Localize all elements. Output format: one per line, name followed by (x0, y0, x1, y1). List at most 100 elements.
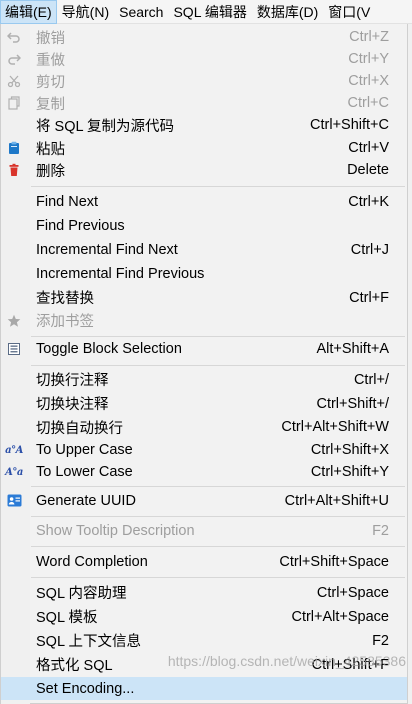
menu-item-label: 切换块注释 (36, 397, 109, 413)
menu-item-sql-content-assist[interactable]: SQL 内容助理 Ctrl+Space (1, 581, 407, 604)
menu-item-toggle-word-wrap[interactable]: 切换自动换行 Ctrl+Alt+Shift+W (1, 416, 407, 438)
menu-search[interactable]: Search (114, 0, 168, 24)
menu-item-delete[interactable]: 删除 Delete (1, 159, 407, 181)
menu-item-shortcut: Delete (347, 162, 389, 178)
menu-item-label: Incremental Find Next (36, 241, 178, 258)
clipboard-icon (5, 141, 23, 155)
menu-item-redo[interactable]: 重做 Ctrl+Y (1, 48, 407, 70)
menu-item-shortcut: Ctrl+Alt+Shift+W (281, 419, 389, 435)
upper-case-icon: a°A (5, 444, 23, 456)
menu-item-shortcut: Ctrl+Alt+Shift+U (284, 492, 389, 509)
menu-item-shortcut: Ctrl+K (348, 193, 389, 210)
menu-separator (31, 516, 405, 517)
menu-item-shortcut: Ctrl+/ (353, 371, 389, 388)
menu-item-sql-context-info[interactable]: SQL 上下文信息 F2 (1, 629, 407, 652)
menu-separator (31, 365, 405, 366)
menu-item-label: Toggle Block Selection (36, 341, 182, 357)
menu-item-label: 撤销 (36, 30, 65, 47)
menu-edit[interactable]: 编辑(E) (0, 0, 57, 24)
menu-item-find-next[interactable]: Find Next Ctrl+K (1, 190, 407, 213)
menu-bar: 编辑(E) 导航(N) Search SQL 编辑器 数据库(D) 窗口(V (0, 0, 412, 24)
menu-item-label: Find Next (36, 193, 99, 210)
edit-dropdown-menu: 撤销 Ctrl+Z 重做 Ctrl+Y 剪切 Ctrl+X 复制 Ctrl+C … (0, 24, 408, 704)
menu-item-incremental-find-previous[interactable]: Incremental Find Previous (1, 262, 407, 285)
menu-item-label: SQL 模板 (36, 610, 98, 626)
scissors-icon (5, 74, 23, 88)
id-card-icon (5, 494, 23, 507)
menu-item-label: To Upper Case (36, 442, 133, 458)
menu-item-label: Set Encoding... (36, 680, 135, 697)
menu-item-shortcut: Ctrl+C (347, 95, 390, 111)
menu-item-to-upper-case[interactable]: a°A To Upper Case Ctrl+Shift+X (1, 439, 407, 461)
menu-item-label: 删除 (36, 163, 65, 180)
menu-item-shortcut: Ctrl+Shift+X (310, 442, 389, 458)
menu-item-label: 切换行注释 (36, 373, 109, 389)
menu-separator (31, 546, 405, 547)
menu-navigate[interactable]: 导航(N) (57, 0, 114, 24)
menu-item-label: Incremental Find Previous (36, 265, 205, 282)
menu-item-shortcut: Ctrl+Z (349, 29, 389, 45)
menu-item-label: 重做 (36, 52, 65, 69)
menu-item-shortcut: Ctrl+Shift+Space (279, 553, 389, 570)
menu-item-show-tooltip[interactable]: Show Tooltip Description F2 (1, 519, 407, 542)
menu-item-add-bookmark[interactable]: 添加书签 (1, 309, 407, 332)
menu-item-shortcut: Alt+Shift+A (316, 341, 389, 357)
menu-item-shortcut: Ctrl+Space (316, 584, 389, 601)
menu-item-shortcut: Ctrl+Shift+/ (316, 395, 389, 412)
menu-item-shortcut: Ctrl+F (349, 289, 389, 306)
menu-item-find-previous[interactable]: Find Previous (1, 214, 407, 237)
menu-item-label: Find Previous (36, 217, 125, 234)
menu-item-toggle-block-comment[interactable]: 切换块注释 Ctrl+Shift+/ (1, 392, 407, 415)
menu-item-to-lower-case[interactable]: A°a To Lower Case Ctrl+Shift+Y (1, 461, 407, 483)
menu-item-sql-template[interactable]: SQL 模板 Ctrl+Alt+Space (1, 605, 407, 628)
menu-item-cut[interactable]: 剪切 Ctrl+X (1, 70, 407, 92)
menu-item-label: To Lower Case (36, 464, 133, 480)
trash-icon (5, 163, 23, 177)
menu-item-label: 将 SQL 复制为源代码 (36, 118, 175, 135)
menu-item-label: Show Tooltip Description (36, 522, 195, 539)
menu-item-shortcut: Ctrl+Shift+C (310, 117, 389, 133)
menu-item-label: 粘贴 (36, 141, 65, 158)
menu-separator (31, 577, 405, 578)
menu-item-shortcut: Ctrl+J (350, 241, 389, 258)
menu-item-toggle-line-comment[interactable]: 切换行注释 Ctrl+/ (1, 368, 407, 391)
menu-item-shortcut: Ctrl+Shift+Y (310, 464, 389, 480)
menu-item-label: Generate UUID (36, 492, 136, 509)
menu-item-shortcut: Ctrl+Y (348, 51, 389, 67)
menu-item-paste[interactable]: 粘贴 Ctrl+V (1, 137, 407, 159)
menu-separator (31, 486, 405, 487)
lower-case-icon: A°a (5, 466, 23, 478)
star-icon (5, 314, 23, 328)
menu-item-label: 添加书签 (36, 314, 94, 330)
menu-item-label: 查找替换 (36, 291, 94, 307)
menu-item-generate-uuid[interactable]: Generate UUID Ctrl+Alt+Shift+U (1, 489, 407, 512)
menu-item-label: 复制 (36, 96, 65, 113)
block-selection-icon (5, 342, 23, 356)
menu-item-label: 格式化 SQL (36, 658, 113, 674)
menu-item-toggle-block-selection[interactable]: Toggle Block Selection Alt+Shift+A (1, 338, 407, 360)
menu-item-shortcut: F2 (372, 632, 389, 649)
menu-sql-editor[interactable]: SQL 编辑器 (168, 0, 251, 24)
menu-item-copy[interactable]: 复制 Ctrl+C (1, 92, 407, 114)
menu-item-label: 剪切 (36, 74, 65, 91)
menu-item-word-completion[interactable]: Word Completion Ctrl+Shift+Space (1, 550, 407, 573)
menu-item-incremental-find-next[interactable]: Incremental Find Next Ctrl+J (1, 238, 407, 261)
menu-separator (31, 336, 405, 337)
menu-item-shortcut: Ctrl+X (348, 73, 389, 89)
menu-item-label: 切换自动换行 (36, 420, 123, 437)
undo-icon (5, 30, 23, 44)
redo-icon (5, 52, 23, 66)
menu-item-set-encoding[interactable]: Set Encoding... (1, 677, 407, 700)
menu-window[interactable]: 窗口(V (323, 0, 375, 24)
menu-item-shortcut: Ctrl+Shift+F (311, 656, 389, 673)
menu-item-format-sql[interactable]: 格式化 SQL Ctrl+Shift+F (1, 653, 407, 676)
menu-item-shortcut: Ctrl+Alt+Space (291, 608, 389, 625)
menu-database[interactable]: 数据库(D) (252, 0, 323, 24)
menu-item-undo[interactable]: 撤销 Ctrl+Z (1, 26, 407, 48)
menu-item-copy-sql-source[interactable]: 将 SQL 复制为源代码 Ctrl+Shift+C (1, 114, 407, 136)
copy-icon (5, 96, 23, 110)
menu-separator (31, 186, 405, 187)
menu-item-shortcut: Ctrl+V (348, 140, 389, 156)
menu-item-shortcut: F2 (372, 522, 389, 539)
menu-item-find-replace[interactable]: 查找替换 Ctrl+F (1, 286, 407, 309)
